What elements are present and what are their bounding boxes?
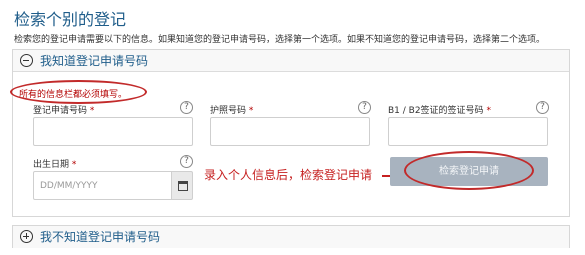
calendar-button[interactable] — [171, 171, 193, 200]
known-number-panel-header[interactable]: 我知道登记申请号码 — [13, 50, 569, 72]
registration-number-label: 登记申请号码 * — [33, 106, 95, 116]
birth-date-input[interactable]: DD/MM/YYYY — [33, 171, 172, 200]
unknown-number-panel: 我不知道登记申请号码 — [12, 225, 570, 248]
passport-number-label: 护照号码 * — [210, 106, 254, 116]
registration-number-input[interactable] — [33, 117, 193, 146]
visa-number-label: B1 / B2签证的签证号码 * — [388, 106, 491, 116]
help-icon[interactable]: ? — [536, 101, 549, 114]
annotation-oval-button — [404, 151, 534, 190]
unknown-number-panel-title: 我不知道登记申请号码 — [40, 230, 161, 244]
annotation-text: 录入个人信息后，检索登记申请 — [204, 168, 373, 182]
help-icon[interactable]: ? — [358, 101, 371, 114]
help-icon[interactable]: ? — [180, 155, 193, 168]
visa-number-input[interactable] — [388, 117, 548, 146]
collapse-minus-icon[interactable] — [20, 54, 33, 67]
page-title: 检索个别的登记 — [14, 10, 127, 29]
expand-plus-icon[interactable] — [20, 230, 33, 243]
annotation-oval-note — [10, 80, 147, 104]
calendar-icon — [178, 181, 188, 191]
instructions-text: 检索您的登记申请需要以下的信息。如果知道您的登记申请号码，选择第一个选项。如果不… — [14, 35, 546, 45]
known-number-panel-title: 我知道登记申请号码 — [40, 54, 149, 68]
passport-number-input[interactable] — [210, 117, 370, 146]
unknown-number-panel-header[interactable]: 我不知道登记申请号码 — [13, 226, 569, 248]
birth-date-label: 出生日期 * — [33, 160, 77, 170]
help-icon[interactable]: ? — [180, 101, 193, 114]
